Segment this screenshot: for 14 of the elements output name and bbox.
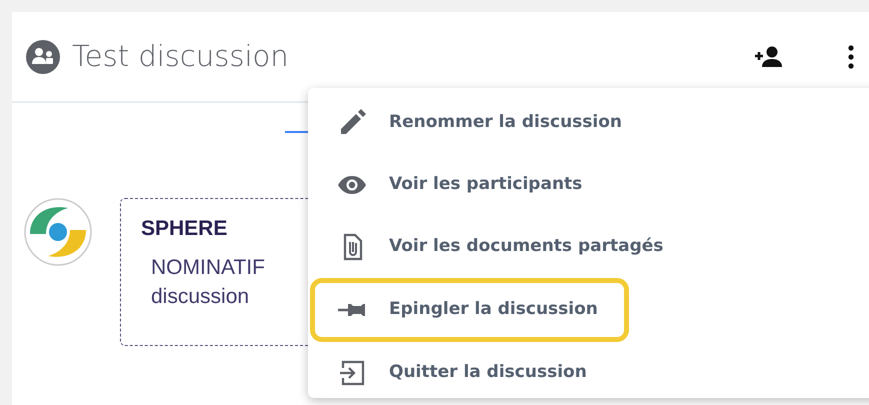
add-participant-icon[interactable] [753,44,785,69]
sender-avatar [24,198,92,266]
more-menu-icon[interactable] [847,44,855,70]
group-icon [26,40,60,74]
menu-item[interactable]: Quitter la discussion [310,342,618,404]
sender-name: SPHERE [141,216,228,242]
menu-item[interactable]: Renommer la discussion [310,92,654,154]
menu-item[interactable]: Voir les documents partagés [310,216,694,278]
menu-item[interactable]: Epingler la discussion [310,278,629,342]
exit-icon [337,358,367,388]
message-text: discussion [150,284,250,310]
message-text: NOMINATIF [150,254,266,280]
discussion-title: Test discussion [72,38,289,75]
menu-item[interactable]: Voir les participants [310,154,614,216]
